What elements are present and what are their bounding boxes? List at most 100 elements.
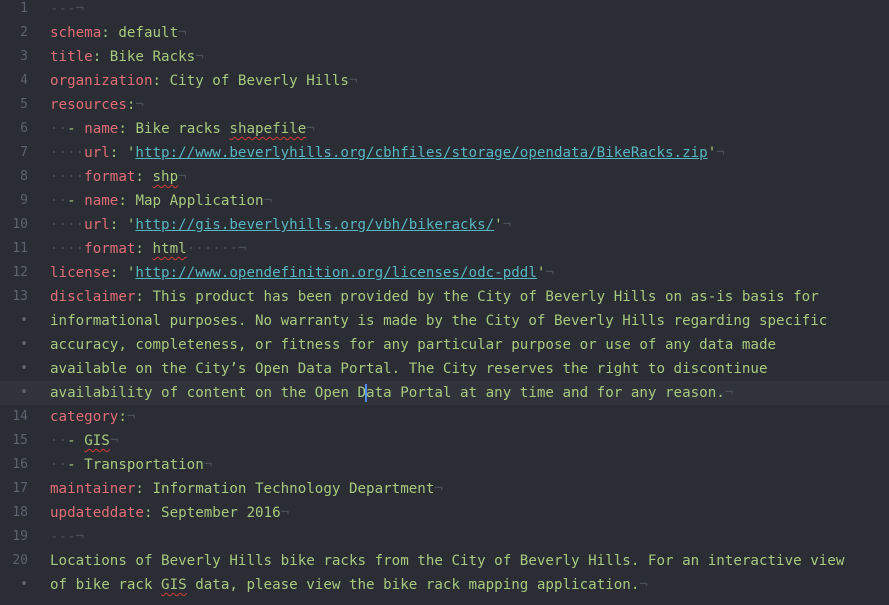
yaml-key: license: [50, 265, 110, 281]
code-line[interactable]: • availability of content on the Open Dat…: [0, 381, 889, 405]
code-line[interactable]: • informational purposes. No warranty is …: [0, 309, 889, 333]
line-number: 1: [20, 1, 28, 16]
invisible-chars: ¬: [109, 433, 119, 449]
code-line[interactable]: 3 title: Bike Racks¬: [0, 45, 889, 69]
invisible-chars: ¬: [434, 481, 443, 497]
text-segment: ': [494, 217, 503, 233]
code-line[interactable]: 8 ····format: shp¬: [0, 165, 889, 189]
text-segment: informational purposes. No warranty is m…: [50, 313, 828, 329]
text-segment: : City of Beverly Hills: [152, 73, 349, 89]
line-content[interactable]: license: 'http://www.opendefinition.org/…: [50, 261, 554, 285]
text-segment: : Bike racks: [118, 121, 230, 137]
soft-wrap-marker: •: [20, 361, 28, 376]
code-line[interactable]: 6 ··- name: Bike racks shapefile¬: [0, 117, 889, 141]
code-line[interactable]: 1 ---¬: [0, 0, 889, 21]
line-number: 18: [12, 505, 28, 520]
code-line[interactable]: 5 resources:¬: [0, 93, 889, 117]
yaml-key: category: [50, 409, 119, 425]
yaml-key: title: [50, 49, 93, 65]
text-segment: -: [67, 121, 85, 137]
code-line[interactable]: 12 license: 'http://www.opendefinition.or…: [0, 261, 889, 285]
line-number: 2: [20, 25, 28, 40]
editor-lines[interactable]: 1 ---¬ 2 schema: default¬ 3 title: Bike Racks…: [0, 0, 889, 597]
code-line[interactable]: 2 schema: default¬: [0, 21, 889, 45]
line-content[interactable]: ··- Transportation¬: [50, 453, 212, 477]
line-content[interactable]: ····url: 'http://gis.beverlyhills.org/vb…: [50, 213, 511, 237]
text-segment: ': [707, 145, 717, 161]
text-segment: accuracy, completeness, or fitness for a…: [50, 337, 777, 353]
misspelled-word: GIS: [161, 577, 187, 593]
invisible-chars: ---: [50, 529, 76, 545]
line-number: 10: [12, 217, 28, 232]
line-content[interactable]: ---¬: [50, 525, 84, 549]
yaml-key: name: [84, 193, 119, 209]
invisible-chars: ¬: [306, 121, 315, 137]
code-line[interactable]: • accuracy, completeness, or fitness for …: [0, 333, 889, 357]
url-link[interactable]: http://gis.beverlyhills.org/vbh/bikerack…: [135, 217, 494, 233]
line-content[interactable]: ····format: html······¬: [50, 237, 246, 261]
text-segment: : Bike Racks: [92, 49, 196, 65]
code-line[interactable]: 7 ····url: 'http://www.beverlyhills.org/c…: [0, 141, 889, 165]
text-segment: : Information Technology Department: [135, 481, 435, 497]
yaml-key: format: [84, 241, 136, 257]
invisible-chars: ¬: [75, 1, 85, 17]
code-line[interactable]: 19 ---¬: [0, 525, 889, 549]
line-number: 3: [20, 49, 28, 64]
code-line[interactable]: 15 ··- GIS¬: [0, 429, 889, 453]
line-content[interactable]: informational purposes. No warranty is m…: [50, 309, 827, 333]
line-content[interactable]: organization: City of Beverly Hills¬: [50, 69, 358, 93]
line-content[interactable]: available on the City’s Open Data Portal…: [50, 357, 768, 381]
url-link[interactable]: http://www.beverlyhills.org/cbhfiles/sto…: [135, 145, 707, 161]
code-editor[interactable]: 1 ---¬ 2 schema: default¬ 3 title: Bike Racks…: [0, 0, 889, 605]
invisible-chars: ¬: [716, 145, 725, 161]
line-number: 6: [20, 121, 28, 136]
line-content[interactable]: category:¬: [50, 405, 135, 429]
code-line[interactable]: 16 ··- Transportation¬: [0, 453, 889, 477]
line-number: 19: [12, 529, 28, 544]
code-line[interactable]: 9 ··- name: Map Application¬: [0, 189, 889, 213]
line-content[interactable]: ··- name: Bike racks shapefile¬: [50, 117, 315, 141]
line-number: 7: [20, 145, 28, 160]
invisible-chars: ··: [50, 457, 68, 473]
line-number: 12: [12, 265, 28, 280]
text-segment: of bike rack: [50, 577, 162, 593]
misspelled-word: shp: [152, 169, 179, 185]
line-content[interactable]: ··- GIS¬: [50, 429, 118, 453]
line-number: 16: [12, 457, 28, 472]
line-content[interactable]: updateddate: September 2016¬: [50, 501, 289, 525]
line-content[interactable]: schema: default¬: [50, 21, 187, 45]
invisible-chars: ¬: [280, 505, 290, 521]
invisible-chars: ---: [50, 1, 76, 17]
invisible-chars: ¬: [639, 577, 648, 593]
code-line[interactable]: • available on the City’s Open Data Porta…: [0, 357, 889, 381]
soft-wrap-marker: •: [20, 385, 28, 400]
line-content[interactable]: disclaimer: This product has been provid…: [50, 285, 819, 309]
line-content[interactable]: ---¬: [50, 0, 84, 21]
code-line[interactable]: 11 ····format: html······¬: [0, 237, 889, 261]
line-content[interactable]: maintainer: Information Technology Depar…: [50, 477, 443, 501]
invisible-chars: ¬: [75, 529, 85, 545]
code-line[interactable]: 18 updateddate: September 2016¬: [0, 501, 889, 525]
code-line[interactable]: • of bike rack GIS data, please view the …: [0, 573, 889, 597]
line-content[interactable]: resources:¬: [50, 93, 144, 117]
line-content[interactable]: availability of content on the Open Data…: [50, 381, 733, 405]
code-line[interactable]: 14 category:¬: [0, 405, 889, 429]
invisible-chars: ¬: [348, 73, 358, 89]
text-segment: : ': [109, 265, 136, 281]
url-link[interactable]: http://www.opendefinition.org/licenses/o…: [135, 265, 536, 281]
code-line[interactable]: 17 maintainer: Information Technology Dep…: [0, 477, 889, 501]
line-content[interactable]: ····url: 'http://www.beverlyhills.org/cb…: [50, 141, 725, 165]
line-content[interactable]: ··- name: Map Application¬: [50, 189, 272, 213]
line-content[interactable]: Locations of Beverly Hills bike racks fr…: [50, 549, 844, 573]
line-content[interactable]: title: Bike Racks¬: [50, 45, 204, 69]
text-segment: : ': [109, 217, 136, 233]
code-line[interactable]: 10 ····url: 'http://gis.beverlyhills.org/…: [0, 213, 889, 237]
code-line[interactable]: 13 disclaimer: This product has been prov…: [0, 285, 889, 309]
invisible-chars: ····: [50, 145, 85, 161]
line-content[interactable]: ····format: shp¬: [50, 165, 187, 189]
code-line[interactable]: 20 Locations of Beverly Hills bike racks …: [0, 549, 889, 573]
line-content[interactable]: accuracy, completeness, or fitness for a…: [50, 333, 776, 357]
line-content[interactable]: of bike rack GIS data, please view the b…: [50, 573, 648, 597]
code-line[interactable]: 4 organization: City of Beverly Hills¬: [0, 69, 889, 93]
invisible-chars: ¬: [126, 409, 136, 425]
